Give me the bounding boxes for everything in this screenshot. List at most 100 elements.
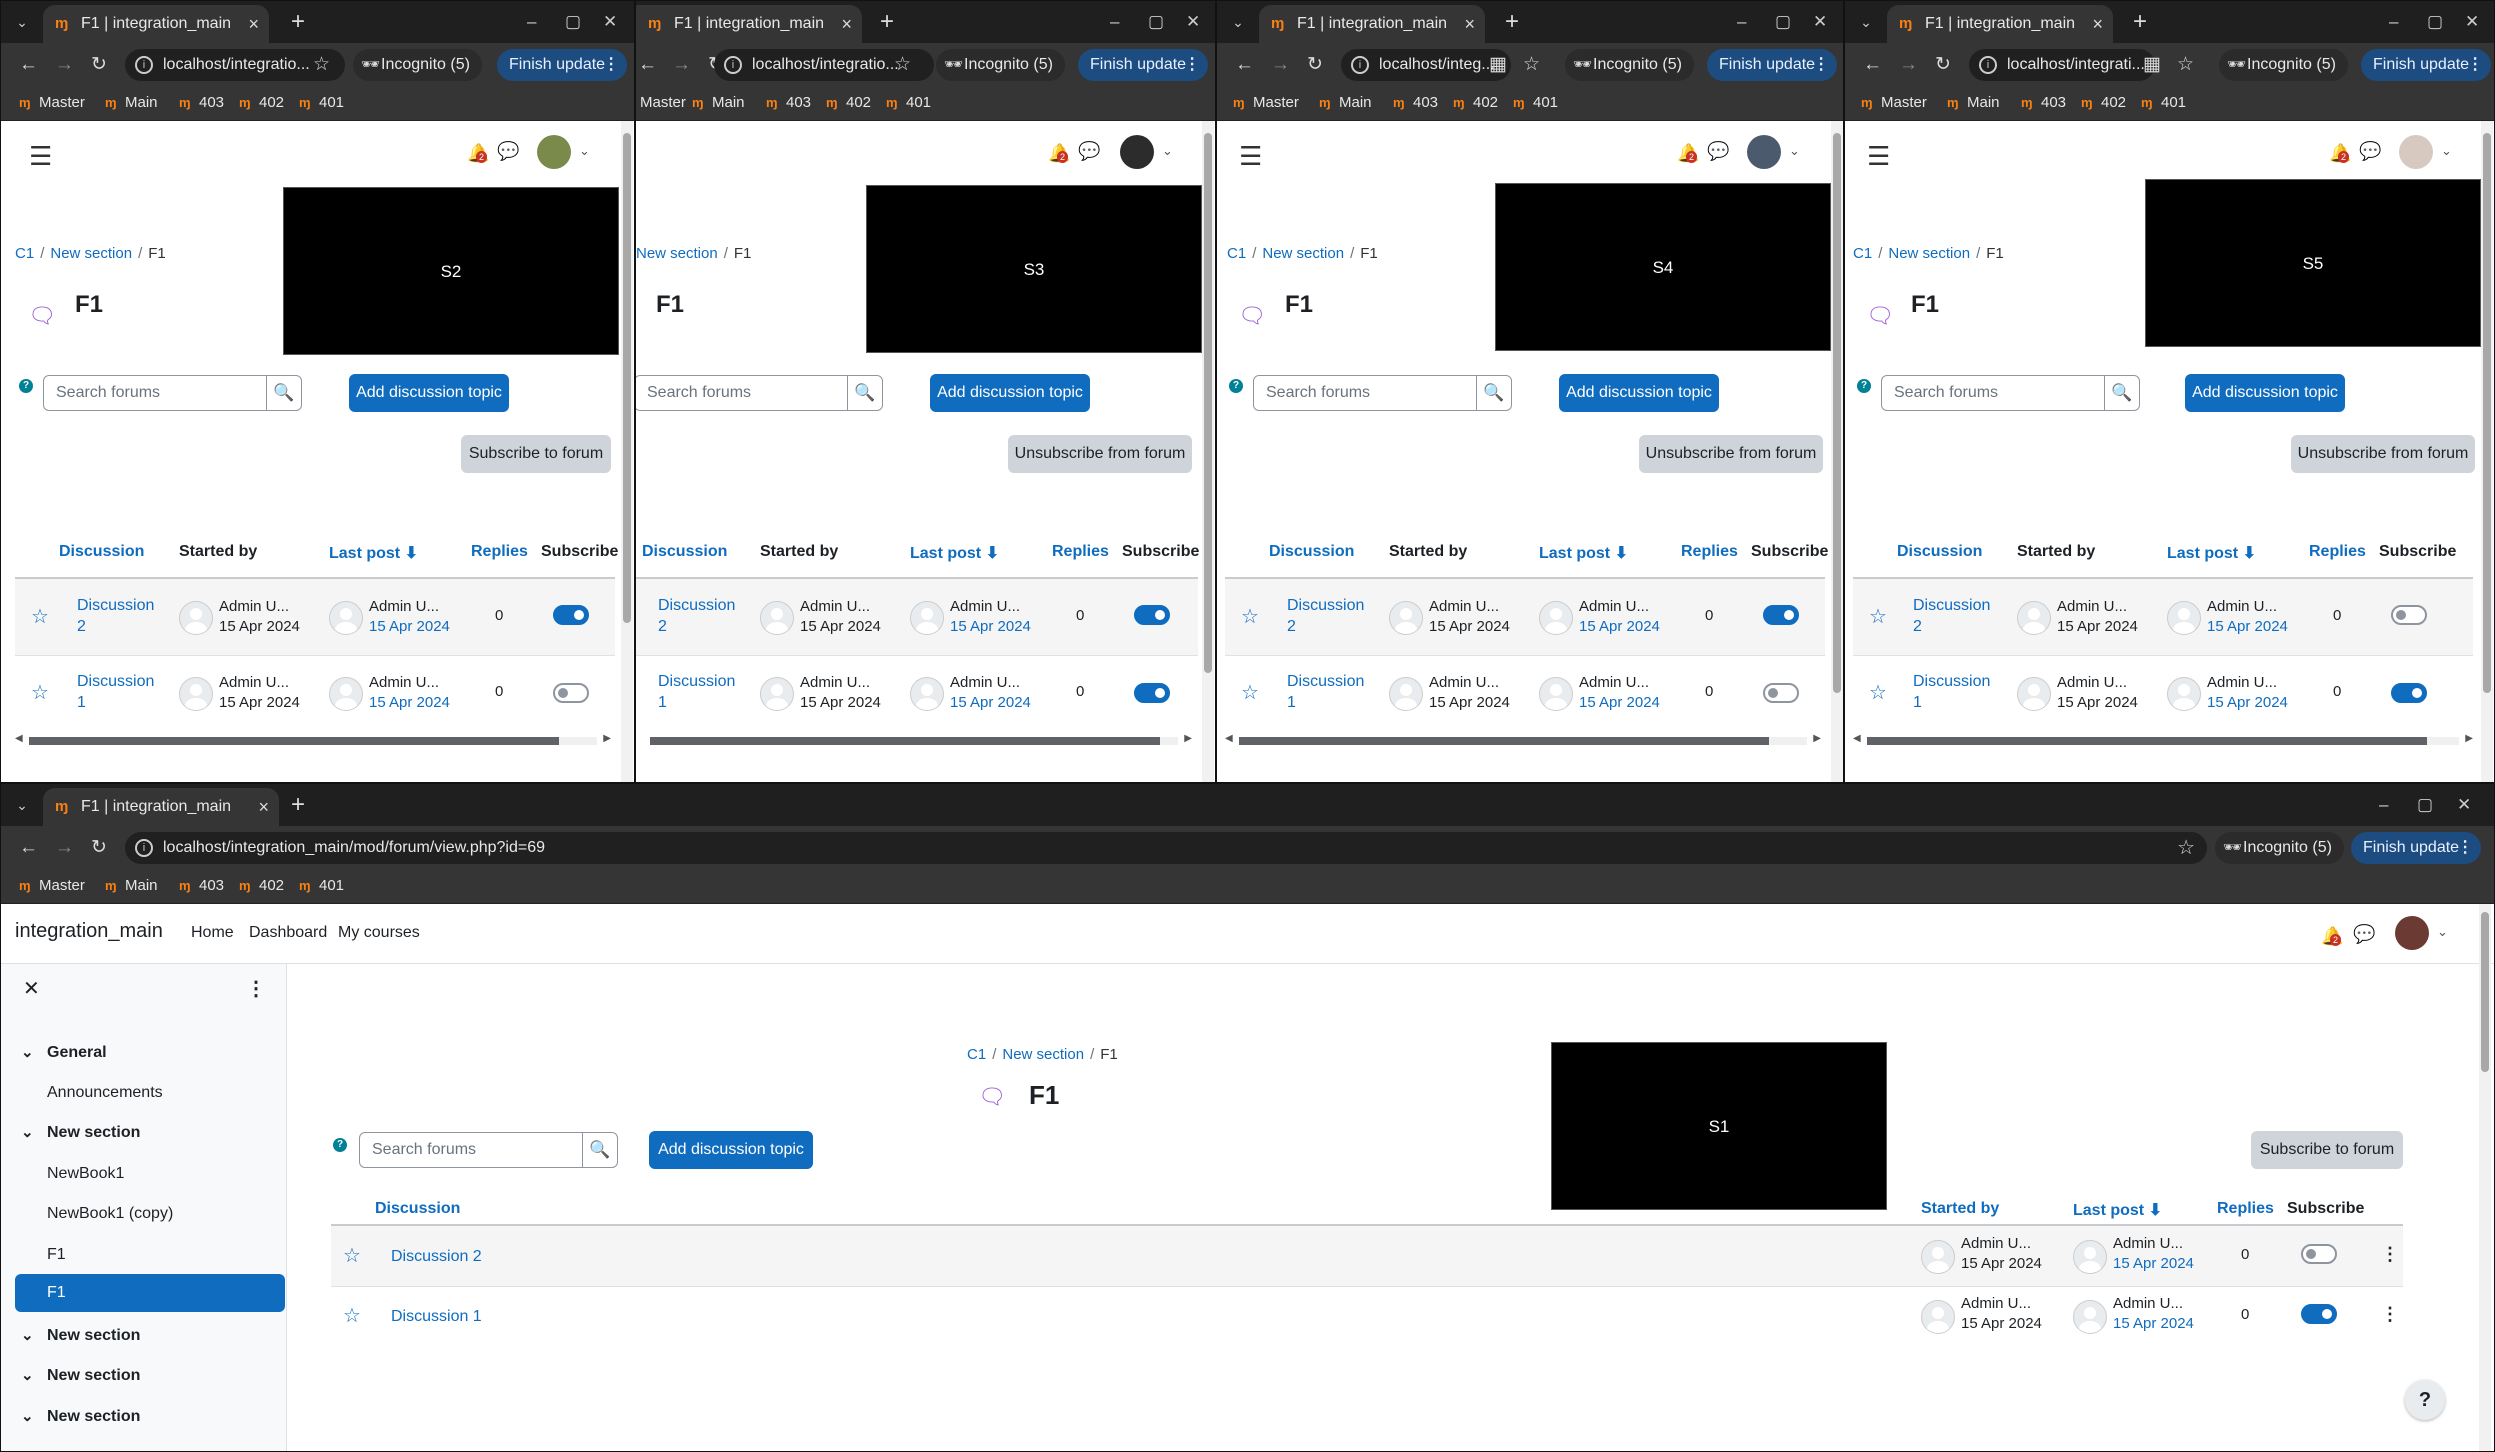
- horizontal-scrollbar[interactable]: ▶: [636, 733, 1192, 747]
- user-avatar[interactable]: [1120, 135, 1154, 169]
- minimize-icon[interactable]: –: [1737, 9, 1746, 35]
- bookmark-401[interactable]: ɱ 401: [2139, 87, 2186, 119]
- user-avatar[interactable]: [2395, 916, 2429, 950]
- messages-icon[interactable]: 💬: [2353, 924, 2375, 945]
- address-bar[interactable]: i localhost/integration_main/mod/forum/v…: [125, 832, 2207, 864]
- column-discussion[interactable]: Discussion: [59, 543, 144, 561]
- bookmark-403[interactable]: ɱ 403: [1391, 87, 1438, 119]
- tab-search-icon[interactable]: ⌄: [1853, 11, 1879, 33]
- incognito-indicator[interactable]: 🕶 Incognito (5): [1565, 49, 1694, 81]
- bookmark-star-icon[interactable]: ☆: [894, 52, 911, 78]
- finish-update-button[interactable]: Finish update ⋮: [2361, 49, 2492, 81]
- star-icon[interactable]: ☆: [343, 1246, 361, 1266]
- column-discussion[interactable]: Discussion: [1269, 543, 1354, 561]
- bookmark-401[interactable]: ɱ 401: [1511, 87, 1558, 119]
- star-icon[interactable]: ☆: [1869, 683, 1887, 703]
- subscribe-toggle[interactable]: [2391, 683, 2427, 703]
- star-icon[interactable]: ☆: [31, 683, 49, 703]
- messages-icon[interactable]: 💬: [1707, 141, 1729, 162]
- add-discussion-topic-button[interactable]: Add discussion topic: [649, 1131, 813, 1169]
- close-tab-icon[interactable]: ×: [1464, 5, 1475, 43]
- bookmark-403[interactable]: ɱ 403: [2019, 87, 2066, 119]
- help-icon[interactable]: ?: [333, 1138, 347, 1152]
- bookmark-402[interactable]: ɱ 402: [237, 87, 284, 119]
- vertical-scrollbar[interactable]: [621, 121, 633, 782]
- subscribe-toggle[interactable]: [1763, 605, 1799, 625]
- bookmark-402[interactable]: ɱ 402: [2079, 87, 2126, 119]
- chevron-down-icon[interactable]: ⌄: [579, 143, 590, 159]
- last-post-date-link[interactable]: 15 Apr 2024: [950, 693, 1031, 713]
- bookmark-master[interactable]: ɱ Master: [1231, 87, 1299, 119]
- bookmark-401[interactable]: ɱ 401: [884, 87, 931, 119]
- minimize-icon[interactable]: –: [2379, 792, 2388, 818]
- column-discussion[interactable]: Discussion: [642, 543, 727, 561]
- close-window-icon[interactable]: ✕: [1186, 9, 1200, 35]
- maximize-icon[interactable]: ▢: [2427, 9, 2443, 35]
- close-tab-icon[interactable]: ×: [248, 5, 259, 43]
- column-replies[interactable]: Replies: [2217, 1200, 2274, 1218]
- browser-tab[interactable]: ɱ F1 | integration_main ×: [43, 788, 279, 826]
- column-last-post[interactable]: Last post ⬇: [329, 543, 418, 563]
- bookmark-403[interactable]: ɱ 403: [177, 870, 224, 902]
- close-window-icon[interactable]: ✕: [2457, 792, 2471, 818]
- incognito-indicator[interactable]: 🕶 Incognito (5): [2219, 49, 2348, 81]
- messages-icon[interactable]: 💬: [2359, 141, 2381, 162]
- address-bar[interactable]: i localhost/integrati...: [1969, 49, 2155, 81]
- finish-update-button[interactable]: Finish update ⋮: [2351, 832, 2482, 864]
- help-icon[interactable]: ?: [1857, 379, 1871, 393]
- new-tab-icon[interactable]: +: [291, 790, 305, 820]
- forward-icon[interactable]: →: [55, 835, 74, 861]
- subscribe-toggle[interactable]: [1134, 605, 1170, 625]
- add-discussion-topic-button[interactable]: Add discussion topic: [1559, 374, 1719, 412]
- chevron-down-icon[interactable]: ⌄: [1162, 143, 1173, 159]
- reload-icon[interactable]: ↻: [91, 835, 107, 861]
- tab-search-icon[interactable]: ⌄: [1225, 11, 1251, 33]
- minimize-icon[interactable]: –: [1110, 9, 1119, 35]
- activity-newbook1-copy[interactable]: NewBook1 (copy): [47, 1205, 173, 1223]
- scroll-left-icon[interactable]: ◀: [1853, 733, 1861, 744]
- bookmark-star-icon[interactable]: ☆: [2177, 832, 2195, 864]
- forward-icon[interactable]: →: [1899, 52, 1918, 78]
- bookmark-main[interactable]: ɱ Main: [103, 870, 158, 902]
- discussion-link[interactable]: Discussion 1: [1913, 671, 1990, 713]
- activity-f1-active[interactable]: F1: [15, 1274, 285, 1312]
- search-input[interactable]: Search forums: [636, 375, 848, 411]
- address-bar[interactable]: i localhost/integratio...: [125, 49, 345, 81]
- back-icon[interactable]: ←: [1235, 52, 1254, 78]
- subscribe-toggle[interactable]: [553, 605, 589, 625]
- back-icon[interactable]: ←: [19, 52, 38, 78]
- notification-bell-icon[interactable]: 🔔2: [2321, 926, 2343, 947]
- qr-code-icon[interactable]: ▦: [2143, 52, 2161, 78]
- more-menu-icon[interactable]: ⋮: [2467, 49, 2483, 81]
- site-info-icon[interactable]: i: [724, 56, 742, 74]
- minimize-icon[interactable]: –: [2389, 9, 2398, 35]
- add-discussion-topic-button[interactable]: Add discussion topic: [349, 374, 509, 412]
- site-info-icon[interactable]: i: [135, 839, 153, 857]
- column-last-post[interactable]: Last post ⬇: [2167, 543, 2256, 563]
- reload-icon[interactable]: ↻: [1307, 52, 1323, 78]
- site-name[interactable]: integration_main: [15, 920, 163, 943]
- help-button[interactable]: ?: [2405, 1380, 2445, 1420]
- section-new-section[interactable]: ⌄ New section: [21, 1327, 140, 1345]
- site-info-icon[interactable]: i: [1979, 56, 1997, 74]
- star-icon[interactable]: ☆: [343, 1306, 361, 1326]
- bookmark-main[interactable]: ɱ Main: [1317, 87, 1372, 119]
- search-input[interactable]: Search forums: [359, 1132, 583, 1168]
- bookmark-star-icon[interactable]: ☆: [1523, 52, 1540, 78]
- search-icon[interactable]: 🔍: [2104, 375, 2140, 411]
- unsubscribe-from-forum-button[interactable]: Unsubscribe from forum: [2291, 435, 2475, 473]
- subscribe-toggle[interactable]: [1763, 683, 1799, 703]
- column-replies[interactable]: Replies: [471, 543, 528, 561]
- bookmark-401[interactable]: ɱ 401: [297, 87, 344, 119]
- scroll-left-icon[interactable]: ◀: [15, 733, 23, 744]
- finish-update-button[interactable]: Finish update ⋮: [1707, 49, 1838, 81]
- section-new-section[interactable]: ⌄ New section: [21, 1367, 140, 1385]
- finish-update-button[interactable]: Finish update ⋮: [497, 49, 628, 81]
- incognito-indicator[interactable]: 🕶 Incognito (5): [353, 49, 482, 81]
- section-general[interactable]: ⌄ General: [21, 1044, 107, 1062]
- bookmark-main[interactable]: ɱ Main: [103, 87, 158, 119]
- search-input[interactable]: Search forums: [1253, 375, 1477, 411]
- maximize-icon[interactable]: ▢: [2417, 792, 2433, 818]
- activity-announcements[interactable]: Announcements: [47, 1084, 163, 1102]
- discussion-link[interactable]: Discussion 2: [658, 595, 735, 637]
